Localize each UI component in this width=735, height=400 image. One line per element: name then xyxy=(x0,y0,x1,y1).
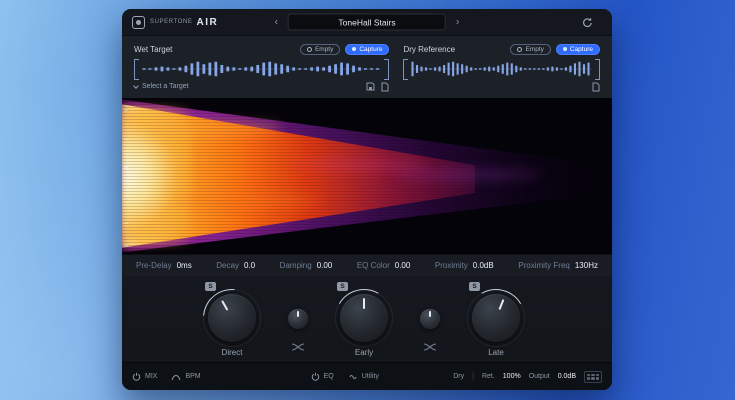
wet-target-section: Wet Target Empty Capture Select a Target xyxy=(134,43,389,94)
early-solo-button[interactable]: S xyxy=(337,282,348,291)
preset-prev-button[interactable]: ‹ xyxy=(275,17,278,27)
bracket-left-icon xyxy=(134,59,139,80)
curve-icon xyxy=(171,373,181,381)
dry-reference-title: Dry Reference xyxy=(403,45,455,54)
frequency-axis-ticks xyxy=(124,98,130,254)
bracket-right-icon xyxy=(595,59,600,80)
footer-bar: MIX BPM EQ Utility Dry | Ret. xyxy=(122,362,612,390)
early-knob-label: Early xyxy=(355,348,373,357)
capture-row: Wet Target Empty Capture Select a Target xyxy=(122,36,612,98)
refresh-icon[interactable] xyxy=(582,17,593,28)
param-value[interactable]: 0.0 xyxy=(244,261,255,270)
product-name: AIR xyxy=(197,17,219,28)
preset-selector: ‹ ToneHall Stairs › xyxy=(275,14,460,31)
file-icon[interactable] xyxy=(381,82,389,92)
bracket-right-icon xyxy=(384,59,389,80)
bracket-left-icon xyxy=(403,59,408,80)
param-decay: Decay0.0 xyxy=(216,261,255,270)
param-value[interactable]: 0.0dB xyxy=(473,261,494,270)
early-knob-unit: S Early xyxy=(329,282,399,357)
wave-icon xyxy=(348,373,358,381)
brand-logo-icon xyxy=(132,16,145,29)
wet-target-title: Wet Target xyxy=(134,45,172,54)
dry-toggle[interactable]: Dry xyxy=(453,373,464,380)
preset-name[interactable]: ToneHall Stairs xyxy=(288,14,446,31)
empty-icon xyxy=(307,47,312,52)
eq-button[interactable]: EQ xyxy=(311,372,334,381)
late-knob[interactable] xyxy=(472,294,520,342)
utility-button[interactable]: Utility xyxy=(348,372,379,381)
dry-empty-button[interactable]: Empty xyxy=(510,44,550,55)
spectrogram-texture xyxy=(122,98,612,254)
title-bar: SUPERTONE AIR ‹ ToneHall Stairs › xyxy=(122,9,612,36)
direct-early-crossfade-knob[interactable] xyxy=(288,309,308,329)
dry-waveform xyxy=(411,61,592,77)
early-knob[interactable] xyxy=(340,294,388,342)
save-icon[interactable] xyxy=(366,82,375,91)
param-eq-color: EQ Color0.00 xyxy=(357,261,410,270)
select-target-dropdown[interactable]: Select a Target xyxy=(134,83,189,90)
param-damping: Damping0.00 xyxy=(280,261,333,270)
dry-reference-section: Dry Reference Empty Capture xyxy=(403,43,600,94)
late-knob-unit: S Late xyxy=(461,282,531,357)
record-dot-icon xyxy=(563,47,567,51)
wet-waveform xyxy=(142,61,381,77)
power-icon xyxy=(311,372,320,381)
wet-capture-button[interactable]: Capture xyxy=(345,44,389,55)
mix-button[interactable]: MIX xyxy=(132,372,157,381)
param-value[interactable]: 0ms xyxy=(177,261,192,270)
param-proximity-freq: Proximity Freq130Hz xyxy=(518,261,598,270)
reverb-spectrogram-display xyxy=(122,98,612,254)
late-solo-button[interactable]: S xyxy=(469,282,480,291)
chevron-down-icon xyxy=(133,83,139,89)
param-value[interactable]: 0.00 xyxy=(317,261,333,270)
return-value[interactable]: 100% xyxy=(503,373,521,380)
direct-knob[interactable] xyxy=(208,294,256,342)
param-value[interactable]: 130Hz xyxy=(575,261,598,270)
output-label: Output xyxy=(529,373,550,380)
parameter-row: Pre-Delay0ms Decay0.0 Damping0.00 EQ Col… xyxy=(122,254,612,276)
param-proximity: Proximity0.0dB xyxy=(435,261,494,270)
direct-knob-label: Direct xyxy=(222,348,243,357)
divider: | xyxy=(472,373,474,380)
late-knob-label: Late xyxy=(488,348,504,357)
early-late-crossfade-knob[interactable] xyxy=(420,309,440,329)
plugin-window: SUPERTONE AIR ‹ ToneHall Stairs › Wet Ta… xyxy=(122,9,612,390)
output-value[interactable]: 0.0dB xyxy=(558,373,576,380)
brand-name: SUPERTONE xyxy=(150,19,193,25)
preset-next-button[interactable]: › xyxy=(456,17,459,27)
return-label: Ret. xyxy=(482,373,495,380)
empty-icon xyxy=(517,47,522,52)
desktop-background: SUPERTONE AIR ‹ ToneHall Stairs › Wet Ta… xyxy=(0,0,735,400)
routing-grid-icon[interactable] xyxy=(584,371,602,383)
wet-empty-button[interactable]: Empty xyxy=(300,44,340,55)
file-icon[interactable] xyxy=(592,82,600,92)
direct-solo-button[interactable]: S xyxy=(205,282,216,291)
dry-capture-button[interactable]: Capture xyxy=(556,44,600,55)
direct-knob-unit: S Direct xyxy=(197,282,267,357)
early-late-crossfade-unit xyxy=(415,282,445,356)
param-predelay: Pre-Delay0ms xyxy=(136,261,192,270)
mixer-panel: S Direct S Early xyxy=(122,276,612,362)
record-dot-icon xyxy=(352,47,356,51)
param-value[interactable]: 0.00 xyxy=(395,261,411,270)
crossfade-icon xyxy=(423,338,437,356)
direct-early-crossfade-unit xyxy=(283,282,313,356)
bpm-button[interactable]: BPM xyxy=(171,373,200,381)
crossfade-icon xyxy=(291,338,305,356)
power-icon xyxy=(132,372,141,381)
